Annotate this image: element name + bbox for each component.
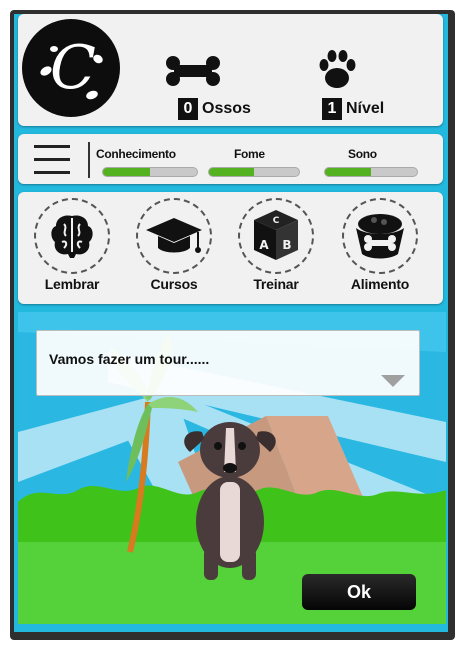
app-screen: C 0 Ossos 1 Nível Conhecimento Fome Sono… <box>14 14 448 632</box>
bone-icon <box>166 56 220 86</box>
action-treinar-button[interactable]: C A B Treinar <box>228 192 324 304</box>
graduation-cap-icon <box>146 218 202 253</box>
paw-icon <box>319 50 356 88</box>
ok-button[interactable]: Ok <box>302 574 416 610</box>
chevron-down-icon[interactable] <box>381 375 405 387</box>
header-panel: C 0 Ossos 1 Nível <box>18 14 443 126</box>
action-lembrar-button[interactable]: Lembrar <box>24 192 120 304</box>
svg-text:B: B <box>282 238 291 252</box>
stat-bar-conhecimento <box>102 167 198 177</box>
svg-text:A: A <box>259 238 269 252</box>
brain-icon <box>51 215 93 258</box>
stat-bar-fill <box>103 168 150 176</box>
action-label: Cursos <box>150 276 198 292</box>
bones-count: 0 <box>178 98 198 120</box>
stat-label-sono: Sono <box>348 147 377 161</box>
stat-bar-sono <box>324 167 418 177</box>
svg-text:C: C <box>273 216 280 226</box>
stat-bar-fome <box>208 167 300 177</box>
actions-panel: Lembrar Cursos C A B Treinar Alimento <box>18 192 443 304</box>
action-label: Lembrar <box>44 276 100 292</box>
divider <box>88 142 90 178</box>
abc-cube-icon: C A B <box>254 210 298 260</box>
action-label: Treinar <box>253 276 299 292</box>
tour-message: Vamos fazer um tour...... <box>49 351 210 367</box>
tour-dialog: Vamos fazer um tour...... <box>36 330 420 396</box>
action-label: Alimento <box>350 276 410 292</box>
stat-label-fome: Fome <box>234 147 265 161</box>
tour-scene: Vamos fazer um tour...... Ok <box>18 312 446 624</box>
level-count: 1 <box>322 98 342 120</box>
stat-bar-fill <box>209 168 254 176</box>
stat-bar-fill <box>325 168 371 176</box>
hamburger-menu-icon[interactable] <box>34 145 70 175</box>
stat-label-conhecimento: Conhecimento <box>96 147 176 161</box>
dog-bowl-icon <box>356 214 404 259</box>
app-logo: C <box>22 19 120 117</box>
logo-mark: C <box>40 33 103 103</box>
stats-panel: Conhecimento Fome Sono <box>18 134 443 184</box>
action-cursos-button[interactable]: Cursos <box>126 192 222 304</box>
bones-label: Ossos <box>202 100 251 117</box>
action-alimento-button[interactable]: Alimento <box>332 192 428 304</box>
level-label: Nível <box>346 100 385 117</box>
